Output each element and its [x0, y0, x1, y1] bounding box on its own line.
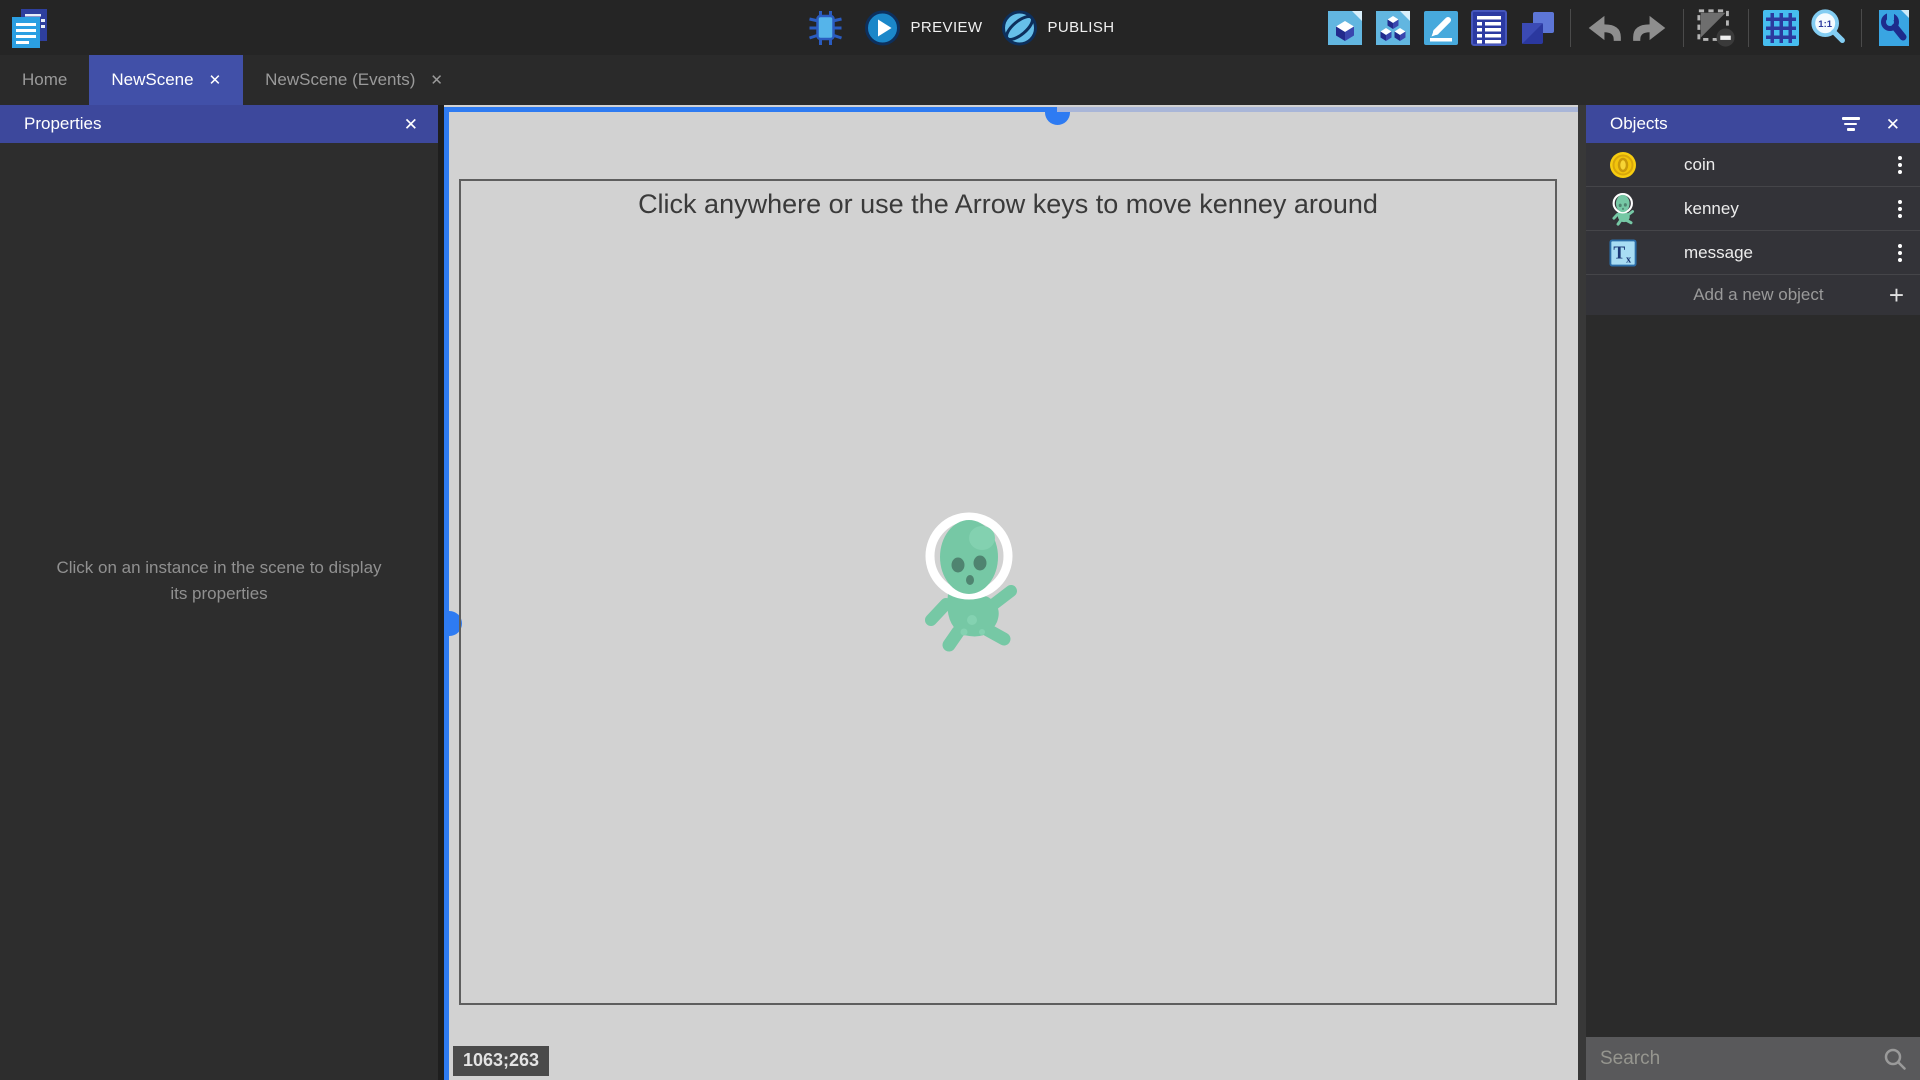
preview-label: PREVIEW — [911, 19, 983, 36]
grid-icon — [1761, 8, 1801, 48]
properties-panel: Properties ✕ Click on an instance in the… — [0, 105, 438, 1080]
tab-label: Home — [22, 70, 67, 90]
objects-panel-resize-handle[interactable] — [1578, 105, 1586, 1080]
object-name: message — [1684, 243, 1894, 263]
object-row-coin[interactable]: coin — [1586, 143, 1920, 187]
object-menu-icon[interactable] — [1894, 152, 1906, 178]
toggle-grid-button[interactable] — [1761, 7, 1801, 49]
open-layers-button[interactable] — [1518, 7, 1558, 49]
preview-button[interactable]: PREVIEW — [864, 9, 983, 47]
objects-search-input[interactable] — [1600, 1048, 1882, 1070]
coin-icon — [1606, 150, 1640, 180]
undo-arrow-icon — [1583, 8, 1623, 48]
add-object-label: Add a new object — [1602, 285, 1889, 305]
zoom-original-button[interactable]: 1:1 — [1809, 7, 1849, 49]
tab-close-icon[interactable]: ✕ — [430, 71, 443, 89]
tab-close-icon[interactable]: ✕ — [209, 71, 222, 89]
edit-pencil-icon — [1422, 8, 1462, 48]
project-manager-button[interactable] — [8, 5, 52, 51]
properties-empty-hint: Click on an instance in the scene to dis… — [0, 555, 438, 608]
redo-arrow-icon — [1631, 8, 1671, 48]
scene-settings-button[interactable] — [1874, 7, 1914, 49]
plus-icon: + — [1889, 282, 1904, 308]
publish-button[interactable]: PUBLISH — [1000, 9, 1114, 47]
close-icon[interactable]: ✕ — [1886, 116, 1900, 133]
selection-border-left — [444, 107, 449, 1080]
layers-icon — [1518, 8, 1558, 48]
toolbar-separator — [1861, 9, 1862, 47]
object-name: kenney — [1684, 199, 1894, 219]
scene-canvas[interactable]: Click anywhere or use the Arrow keys to … — [444, 105, 1578, 1080]
objects-header: Objects ✕ — [1586, 105, 1920, 143]
instances-list-icon — [1470, 8, 1510, 48]
properties-header: Properties ✕ — [0, 105, 438, 143]
add-object-button[interactable]: Add a new object + — [1586, 275, 1920, 315]
toolbar-separator — [1570, 9, 1571, 47]
tab-label: NewScene — [111, 70, 193, 90]
search-icon — [1882, 1046, 1908, 1072]
objects-title: Objects — [1610, 114, 1668, 134]
main-toolbar: PREVIEW PUBLISH — [0, 0, 1920, 55]
publish-globe-icon — [1000, 9, 1038, 47]
objects-panel: Objects ✕ coin — [1586, 105, 1920, 1080]
redo-button[interactable] — [1631, 7, 1671, 49]
svg-text:1:1: 1:1 — [1818, 19, 1832, 30]
object-menu-icon[interactable] — [1894, 196, 1906, 222]
object-row-kenney[interactable]: kenney — [1586, 187, 1920, 231]
scene-cube-icon — [1326, 8, 1366, 48]
open-instances-list-button[interactable] — [1470, 7, 1510, 49]
debug-button[interactable] — [806, 7, 846, 49]
open-objects-editor-button[interactable] — [1374, 7, 1414, 49]
deselect-icon — [1696, 7, 1736, 49]
object-name: coin — [1684, 155, 1894, 175]
svg-text:x: x — [1626, 254, 1632, 265]
text-object-icon: T x — [1606, 239, 1640, 267]
open-scene-editor-button[interactable] — [1326, 7, 1366, 49]
selection-border-top — [444, 107, 1057, 112]
undo-button[interactable] — [1583, 7, 1623, 49]
kenney-instance[interactable] — [920, 508, 1020, 653]
selection-handle-top[interactable] — [1045, 112, 1070, 125]
objects-search-bar — [1586, 1037, 1920, 1080]
wrench-icon — [1874, 8, 1914, 48]
publish-label: PUBLISH — [1047, 19, 1114, 36]
toolbar-separator — [1683, 9, 1684, 47]
object-menu-icon[interactable] — [1894, 240, 1906, 266]
close-icon[interactable]: ✕ — [404, 116, 418, 133]
svg-text:T: T — [1613, 242, 1625, 262]
tab-newscene-events[interactable]: NewScene (Events) ✕ — [243, 55, 465, 105]
cursor-coordinates-badge: 1063;263 — [453, 1046, 549, 1076]
selection-border-top-light — [1057, 107, 1578, 112]
objects-cubes-icon — [1374, 8, 1414, 48]
project-manager-icon — [8, 5, 52, 51]
tab-label: NewScene (Events) — [265, 70, 415, 90]
tab-home[interactable]: Home — [0, 55, 89, 105]
zoom-1-1-icon: 1:1 — [1809, 7, 1849, 49]
filter-icon[interactable] — [1842, 117, 1860, 131]
bug-icon — [807, 8, 845, 48]
open-properties-button[interactable] — [1422, 7, 1462, 49]
clear-selection-button[interactable] — [1696, 7, 1736, 49]
toolbar-separator — [1748, 9, 1749, 47]
tab-newscene[interactable]: NewScene ✕ — [89, 55, 243, 105]
properties-title: Properties — [24, 114, 101, 134]
editor-tabbar: Home NewScene ✕ NewScene (Events) ✕ — [0, 55, 1920, 105]
objects-empty-area — [1586, 315, 1920, 1037]
object-row-message[interactable]: T x message — [1586, 231, 1920, 275]
play-icon — [864, 9, 902, 47]
kenney-sprite-icon — [1606, 192, 1640, 226]
scene-text-instance[interactable]: Click anywhere or use the Arrow keys to … — [461, 189, 1555, 220]
